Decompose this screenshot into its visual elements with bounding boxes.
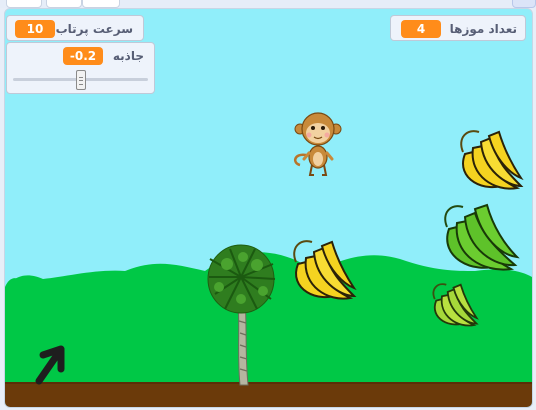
throw-speed-label: سرعت پرتاب xyxy=(55,22,133,36)
toolbar-button[interactable] xyxy=(6,0,42,8)
toolbar-button[interactable] xyxy=(82,0,120,8)
gravity-value: -0.2 xyxy=(63,47,103,65)
throw-speed-monitor[interactable]: سرعت پرتاب 10 xyxy=(6,15,144,41)
banana-count-value: 4 xyxy=(401,20,441,38)
throw-speed-value: 10 xyxy=(15,20,55,38)
gravity-slider-thumb[interactable] xyxy=(75,70,86,90)
banana-bunch[interactable] xyxy=(444,203,520,271)
game-stage[interactable]: سرعت پرتاب 10 جاذبه -0.2 تعداد موزها 4 xyxy=(4,8,533,408)
toolbar-button[interactable] xyxy=(512,0,536,8)
top-toolbar xyxy=(0,0,536,8)
monkey-sprite[interactable] xyxy=(293,112,342,176)
ground xyxy=(5,382,532,407)
banana-count-label: تعداد موزها xyxy=(449,22,517,36)
toolbar-button[interactable] xyxy=(46,0,82,8)
banana-bunch[interactable] xyxy=(460,130,524,190)
gravity-monitor[interactable]: جاذبه -0.2 xyxy=(6,42,155,94)
gravity-label: جاذبه xyxy=(112,49,144,63)
banana-count-monitor[interactable]: تعداد موزها 4 xyxy=(390,15,526,41)
